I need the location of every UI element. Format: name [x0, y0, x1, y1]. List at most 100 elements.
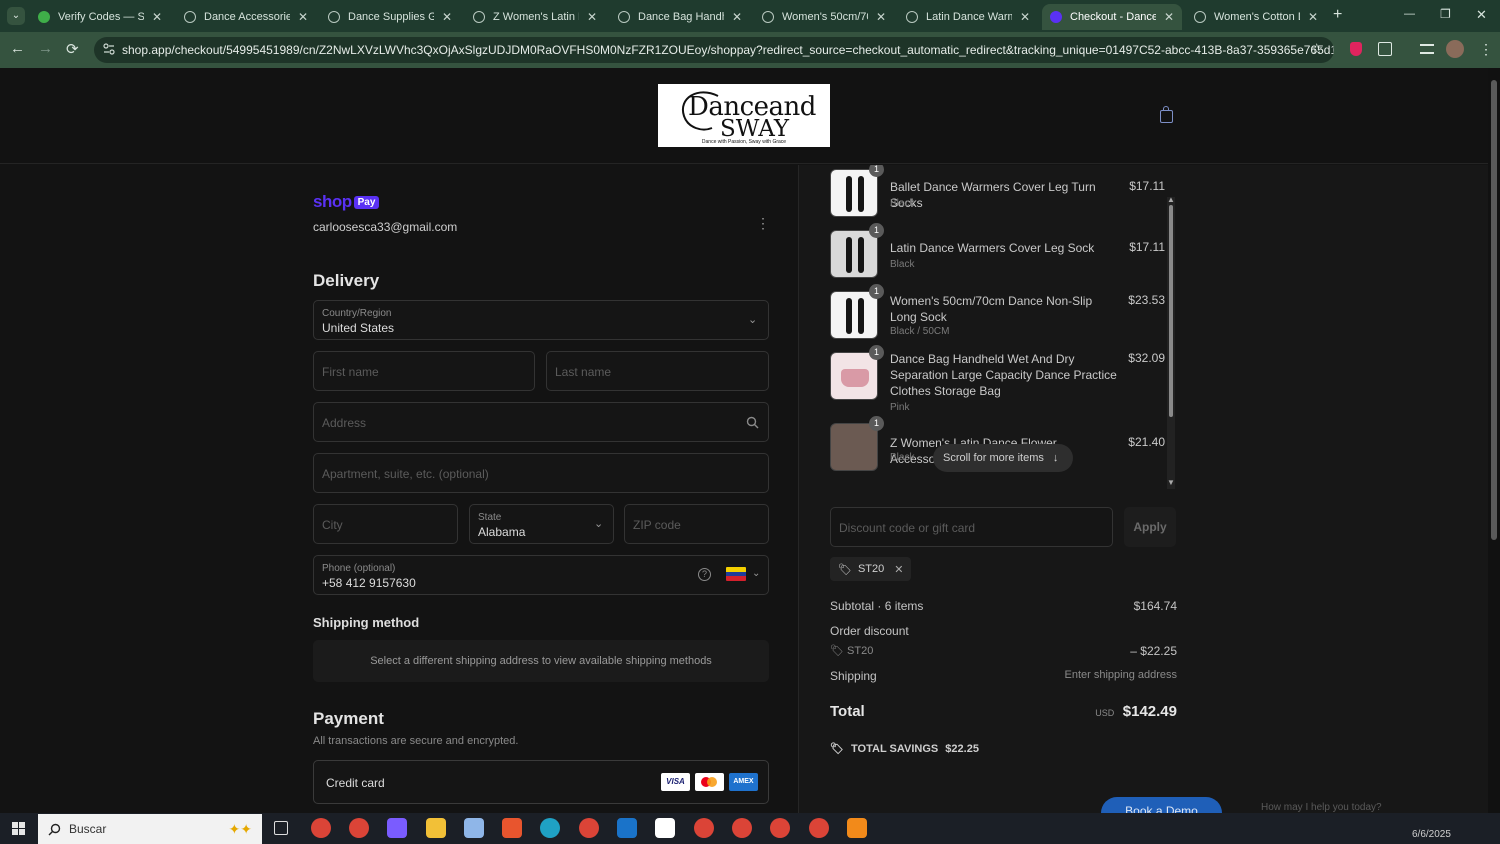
country-select[interactable]: Country/Region United States ⌄ [313, 300, 769, 340]
notepad-icon[interactable] [464, 818, 484, 838]
minimize-button[interactable]: — [1404, 8, 1415, 20]
tab-favicon-icon [184, 11, 196, 23]
credit-card-label: Credit card [326, 776, 385, 790]
chrome-icon[interactable] [809, 818, 829, 838]
tab-close-icon[interactable]: ✕ [1164, 10, 1174, 24]
item-price: $21.40 [1128, 435, 1165, 449]
chrome-icon[interactable] [311, 818, 331, 838]
search-icon[interactable] [746, 416, 759, 429]
browser-tab[interactable]: Dance Accessories Fo ✕ [176, 4, 316, 30]
browser-tab[interactable]: Checkout - Danceanc ✕ [1042, 4, 1182, 30]
discount-code-field[interactable]: Discount code or gift card [830, 507, 1113, 547]
store-logo[interactable]: Danceand SWAY Dance with Passion, Sway w… [658, 84, 830, 147]
tab-close-icon[interactable]: ✕ [732, 10, 742, 24]
item-variant: Black / 50CM [890, 326, 950, 337]
apartment-field[interactable]: Apartment, suite, etc. (optional) [313, 453, 769, 493]
office-icon[interactable] [502, 818, 522, 838]
chrome-icon[interactable] [732, 818, 752, 838]
tab-title: Z Women's Latin Dan [493, 11, 579, 23]
chrome-icon[interactable] [349, 818, 369, 838]
account-options-icon[interactable]: ⋮ [756, 215, 770, 232]
items-scrollbar[interactable]: ▲ ▼ [1167, 195, 1175, 489]
tag-icon: 🏷︎ [830, 743, 844, 755]
site-info-icon[interactable] [103, 43, 115, 55]
address-field[interactable]: Address [313, 402, 769, 442]
cart-bag-icon[interactable] [1160, 106, 1173, 123]
close-window-button[interactable]: ✕ [1476, 7, 1487, 23]
state-select[interactable]: State Alabama ⌄ [469, 504, 614, 544]
tab-close-icon[interactable]: ✕ [1308, 10, 1318, 24]
last-name-field[interactable]: Last name [546, 351, 769, 391]
tab-close-icon[interactable]: ✕ [876, 10, 886, 24]
file-explorer-icon[interactable] [426, 818, 446, 838]
profile-avatar[interactable] [1446, 40, 1464, 58]
taskbar-search-label: Buscar [69, 822, 107, 836]
taskbar-search-box[interactable]: Buscar ✦✦ [38, 814, 262, 844]
shipping-method-notice: Select a different shipping address to v… [313, 640, 769, 682]
browser-tab[interactable]: Women's Cotton Dan ✕ [1186, 4, 1326, 30]
tab-list-chevron-icon[interactable]: ⌄ [7, 7, 25, 25]
tab-close-icon[interactable]: ✕ [1020, 10, 1030, 24]
browser-tab[interactable]: Z Women's Latin Dan ✕ [465, 4, 605, 30]
item-name: Dance Bag Handheld Wet And Dry Separatio… [890, 352, 1117, 398]
tag-icon: 🏷︎ [838, 563, 852, 576]
book-demo-button[interactable]: Book a Demo [1101, 797, 1222, 813]
state-label: State [478, 512, 502, 523]
zip-field[interactable]: ZIP code [624, 504, 769, 544]
extensions-puzzle-icon[interactable] [1378, 42, 1392, 56]
state-value: Alabama [478, 525, 526, 539]
windows-start-icon[interactable] [12, 822, 25, 835]
reload-button[interactable]: ⟳ [66, 40, 79, 58]
item-quantity-badge: 1 [869, 165, 884, 177]
browser-menu-icon[interactable]: ⋮ [1479, 41, 1493, 58]
remove-discount-icon[interactable]: ✕ [894, 563, 903, 576]
chevron-down-icon[interactable]: ⌄ [752, 568, 760, 579]
task-view-icon[interactable] [274, 821, 288, 835]
checkout-form-column: shop Pay carloosesca33@gmail.com ⋮ Deliv… [0, 165, 798, 813]
chrome-icon[interactable] [770, 818, 790, 838]
credit-card-option[interactable]: Credit card VISA AMEX [313, 760, 769, 804]
copilot-icon[interactable] [387, 818, 407, 838]
edge-icon[interactable] [540, 818, 560, 838]
first-name-field[interactable]: First name [313, 351, 535, 391]
browser-tab-strip: ⌄ Verify Codes — Simp✕Dance Accessories … [0, 0, 1500, 32]
extension-shield-icon[interactable] [1350, 42, 1362, 56]
tab-favicon-icon [473, 11, 485, 23]
tab-close-icon[interactable]: ✕ [152, 10, 162, 24]
address-placeholder: Address [322, 416, 367, 430]
browser-tab[interactable]: Verify Codes — Simp ✕ [30, 4, 170, 30]
new-tab-button[interactable]: + [1333, 6, 1342, 24]
outlook-icon[interactable] [617, 818, 637, 838]
restore-button[interactable]: ❐ [1440, 7, 1451, 21]
back-button[interactable]: ← [10, 40, 25, 57]
browser-tab[interactable]: Latin Dance Warmers ✕ [898, 4, 1038, 30]
tab-close-icon[interactable]: ✕ [442, 10, 452, 24]
browser-tab[interactable]: Dance Bag Handheld ✕ [610, 4, 750, 30]
browser-tab[interactable]: Women's 50cm/70cm ✕ [754, 4, 894, 30]
total-value: $142.49 [1122, 703, 1177, 720]
phone-field[interactable]: Phone (optional) +58 412 9157630 ? ⌄ [313, 555, 769, 595]
forward-button[interactable]: → [38, 40, 53, 57]
help-circle-icon[interactable]: ? [698, 568, 711, 581]
bookmark-star-icon[interactable]: ☆ [1310, 40, 1323, 58]
venezuela-flag-icon[interactable] [726, 567, 746, 581]
address-bar[interactable]: shop.app/checkout/54995451989/cn/Z2NwLXV… [94, 37, 1334, 63]
tab-favicon-icon [618, 11, 630, 23]
city-field[interactable]: City [313, 504, 458, 544]
item-variant: Black [890, 198, 915, 209]
url-text[interactable]: shop.app/checkout/54995451989/cn/Z2NwLXV… [122, 43, 1334, 57]
tab-close-icon[interactable]: ✕ [587, 10, 597, 24]
media-controls-icon[interactable] [1420, 44, 1434, 54]
scroll-for-more-button[interactable]: Scroll for more items ↓ [933, 444, 1073, 472]
chrome-icon[interactable] [579, 818, 599, 838]
browser-tab[interactable]: Dance Supplies Gift C ✕ [320, 4, 460, 30]
chat-widget-hint[interactable]: How may I help you today? [1261, 802, 1382, 813]
chrome-icon[interactable] [694, 818, 714, 838]
tab-close-icon[interactable]: ✕ [298, 10, 308, 24]
tab-favicon-icon [762, 11, 774, 23]
slides-icon[interactable] [847, 818, 867, 838]
page-scrollbar-thumb[interactable] [1491, 80, 1497, 540]
apply-button[interactable]: Apply [1124, 507, 1176, 547]
store-icon[interactable] [655, 818, 675, 838]
first-name-placeholder: First name [322, 365, 379, 379]
